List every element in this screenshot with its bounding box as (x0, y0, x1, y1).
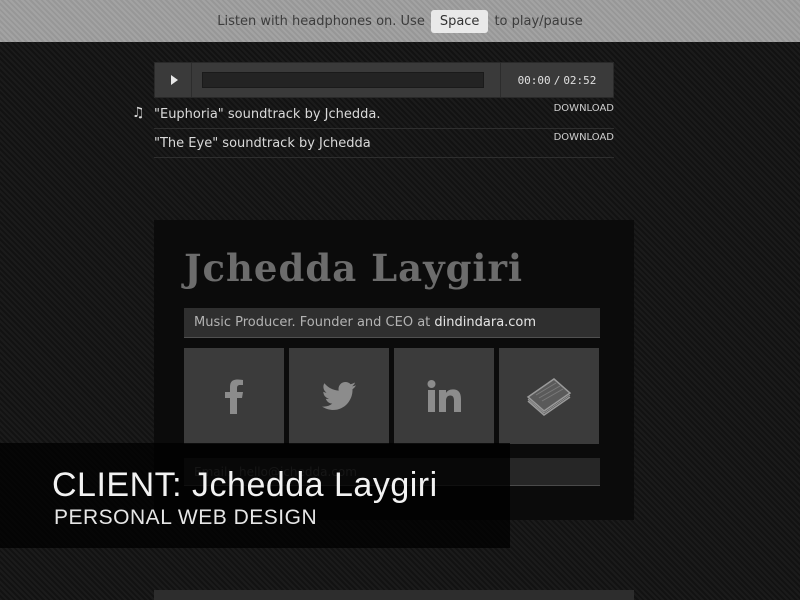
paper-stack-icon (526, 378, 572, 416)
time-display: 00:00 / 02:52 (500, 63, 613, 97)
blog-button[interactable] (499, 348, 599, 444)
track-title[interactable]: "Euphoria" soundtrack by Jchedda. (154, 107, 380, 122)
linkedin-icon (427, 380, 461, 412)
play-icon (170, 75, 178, 85)
client-subtitle: PERSONAL WEB DESIGN (54, 506, 318, 529)
linkedin-button[interactable] (394, 348, 494, 444)
facebook-icon (225, 379, 243, 414)
client-title: CLIENT: Jchedda Laygiri (52, 466, 438, 504)
profile-tagline: Music Producer. Founder and CEO at dindi… (184, 308, 600, 338)
music-note-icon: ♫ (132, 105, 145, 121)
download-link[interactable]: DOWNLOAD (554, 132, 614, 143)
instruction-text-after: to play/pause (494, 13, 583, 29)
seek-bar[interactable] (202, 72, 484, 88)
tagline-text: Music Producer. Founder and CEO at (194, 315, 431, 330)
next-section-edge (154, 590, 634, 600)
twitter-button[interactable] (289, 348, 389, 444)
download-link[interactable]: DOWNLOAD (554, 103, 614, 114)
track-row-euphoria[interactable]: ♫ "Euphoria" soundtrack by Jchedda. DOWN… (132, 100, 614, 129)
instruction-text-before: Listen with headphones on. Use (217, 13, 425, 29)
facebook-button[interactable] (184, 348, 284, 444)
audio-player: 00:00 / 02:52 (154, 62, 614, 98)
track-row-the-eye[interactable]: "The Eye" soundtrack by Jchedda DOWNLOAD (154, 129, 614, 158)
twitter-icon (322, 382, 356, 410)
space-key-hint: Space (430, 9, 489, 33)
profile-name: Jchedda Laygiri (184, 246, 524, 290)
instruction-bar: Listen with headphones on. Use Space to … (0, 0, 800, 42)
time-separator: / (553, 73, 561, 87)
total-time: 02:52 (563, 73, 597, 87)
current-time: 00:00 (517, 73, 551, 87)
track-title[interactable]: "The Eye" soundtrack by Jchedda (154, 136, 371, 151)
play-button[interactable] (155, 63, 192, 97)
company-link[interactable]: dindindara.com (434, 315, 536, 330)
track-list: ♫ "Euphoria" soundtrack by Jchedda. DOWN… (132, 100, 614, 158)
